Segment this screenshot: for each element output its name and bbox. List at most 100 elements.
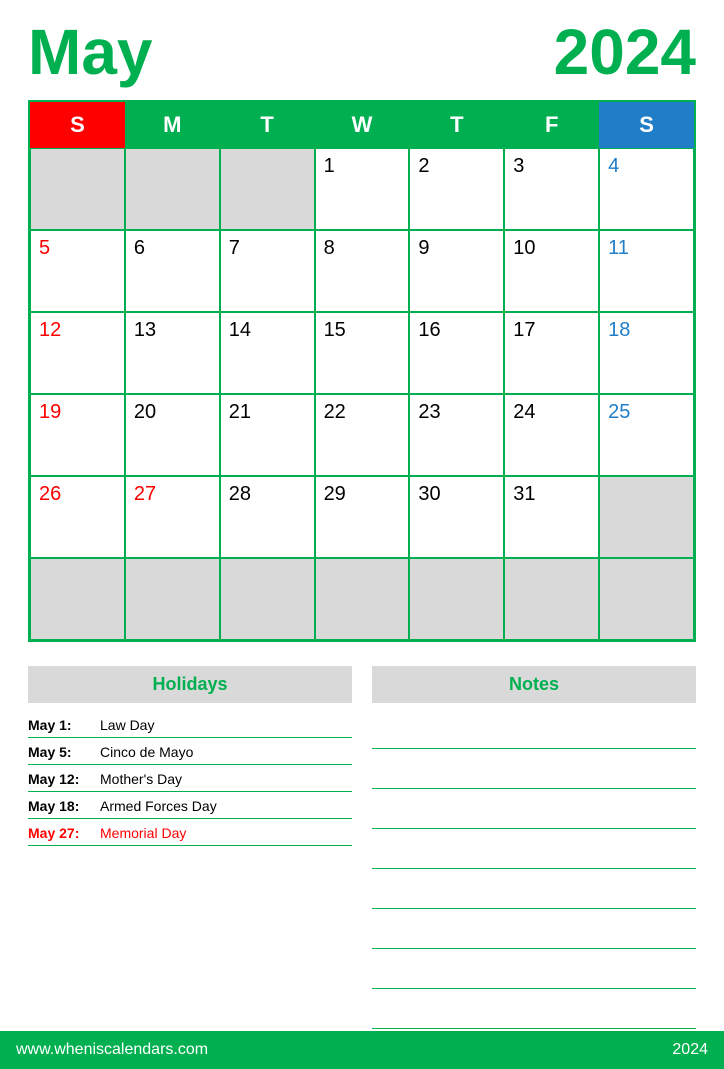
holiday-name: Cinco de Mayo xyxy=(100,744,193,760)
day-number: 24 xyxy=(513,401,535,423)
calendar-grid: SMTWTFS123456789101112131415161718192021… xyxy=(30,102,694,640)
day-number: 10 xyxy=(513,237,535,259)
cal-cell-r5-c2 xyxy=(220,558,315,640)
cal-cell-r2-c5: 17 xyxy=(504,312,599,394)
note-line xyxy=(372,991,696,1029)
notes-panel: Notes xyxy=(372,666,696,1031)
cal-cell-r2-c1: 13 xyxy=(125,312,220,394)
holiday-date: May 18: xyxy=(28,798,90,814)
day-number: 29 xyxy=(324,483,346,505)
cal-cell-r5-c1 xyxy=(125,558,220,640)
cal-cell-r1-c3: 8 xyxy=(315,230,410,312)
day-number: 26 xyxy=(39,483,61,505)
cal-cell-r0-c0 xyxy=(30,148,125,230)
month-title: May xyxy=(28,20,153,84)
note-line xyxy=(372,711,696,749)
cal-cell-r5-c4 xyxy=(409,558,504,640)
cal-cell-r4-c5: 31 xyxy=(504,476,599,558)
bottom-section: Holidays May 1: Law Day May 5: Cinco de May… xyxy=(28,666,696,1031)
cal-cell-r3-c6: 25 xyxy=(599,394,694,476)
cal-cell-r5-c6 xyxy=(599,558,694,640)
cal-cell-r5-c3 xyxy=(315,558,410,640)
holiday-name: Mother's Day xyxy=(100,771,182,787)
cal-cell-r4-c0: 26 xyxy=(30,476,125,558)
day-number: 7 xyxy=(229,237,240,259)
day-number: 18 xyxy=(608,319,630,341)
day-number: 22 xyxy=(324,401,346,423)
holiday-date: May 12: xyxy=(28,771,90,787)
cal-cell-r4-c1: 27 xyxy=(125,476,220,558)
day-number: 16 xyxy=(418,319,440,341)
note-line xyxy=(372,791,696,829)
note-line xyxy=(372,831,696,869)
day-number: 27 xyxy=(134,483,156,505)
cal-cell-r0-c3: 1 xyxy=(315,148,410,230)
day-number: 15 xyxy=(324,319,346,341)
holiday-item: May 1: Law Day xyxy=(28,711,352,738)
cal-cell-r1-c6: 11 xyxy=(599,230,694,312)
note-line xyxy=(372,751,696,789)
day-header-f5: F xyxy=(504,102,599,148)
day-number: 11 xyxy=(608,237,629,259)
day-header-m1: M xyxy=(125,102,220,148)
cal-cell-r2-c3: 15 xyxy=(315,312,410,394)
day-number: 14 xyxy=(229,319,251,341)
cal-cell-r4-c6 xyxy=(599,476,694,558)
cal-cell-r0-c1 xyxy=(125,148,220,230)
holiday-name: Memorial Day xyxy=(100,825,186,841)
note-line xyxy=(372,871,696,909)
day-number: 5 xyxy=(39,237,50,259)
cal-cell-r0-c4: 2 xyxy=(409,148,504,230)
day-number: 30 xyxy=(418,483,440,505)
cal-cell-r5-c5 xyxy=(504,558,599,640)
cal-cell-r4-c3: 29 xyxy=(315,476,410,558)
cal-cell-r4-c2: 28 xyxy=(220,476,315,558)
cal-cell-r0-c6: 4 xyxy=(599,148,694,230)
day-number: 3 xyxy=(513,155,524,177)
holidays-header: Holidays xyxy=(28,666,352,703)
day-header-s6: S xyxy=(599,102,694,148)
day-number: 28 xyxy=(229,483,251,505)
day-number: 19 xyxy=(39,401,61,423)
cal-cell-r4-c4: 30 xyxy=(409,476,504,558)
cal-cell-r1-c1: 6 xyxy=(125,230,220,312)
cal-cell-r2-c2: 14 xyxy=(220,312,315,394)
holidays-panel: Holidays May 1: Law Day May 5: Cinco de May… xyxy=(28,666,352,1031)
holiday-name: Armed Forces Day xyxy=(100,798,217,814)
year-title: 2024 xyxy=(554,20,696,84)
day-number: 12 xyxy=(39,319,61,341)
holiday-item: May 27: Memorial Day xyxy=(28,819,352,846)
notes-header: Notes xyxy=(372,666,696,703)
holiday-name: Law Day xyxy=(100,717,154,733)
footer: www.wheniscalendars.com 2024 xyxy=(0,1031,724,1069)
calendar-header: May 2024 xyxy=(28,20,696,84)
cal-cell-r1-c4: 9 xyxy=(409,230,504,312)
holiday-item: May 18: Armed Forces Day xyxy=(28,792,352,819)
holiday-item: May 5: Cinco de Mayo xyxy=(28,738,352,765)
cal-cell-r2-c6: 18 xyxy=(599,312,694,394)
holiday-date: May 1: xyxy=(28,717,90,733)
cal-cell-r3-c5: 24 xyxy=(504,394,599,476)
day-header-t2: T xyxy=(220,102,315,148)
day-number: 2 xyxy=(418,155,429,177)
holiday-item: May 12: Mother's Day xyxy=(28,765,352,792)
day-number: 25 xyxy=(608,401,630,423)
cal-cell-r3-c0: 19 xyxy=(30,394,125,476)
day-number: 1 xyxy=(324,155,335,177)
holidays-list: May 1:Law DayMay 5:Cinco de MayoMay 12:M… xyxy=(28,711,352,846)
cal-cell-r3-c3: 22 xyxy=(315,394,410,476)
note-line xyxy=(372,951,696,989)
day-number: 20 xyxy=(134,401,156,423)
cal-cell-r5-c0 xyxy=(30,558,125,640)
note-line xyxy=(372,911,696,949)
holiday-date: May 5: xyxy=(28,744,90,760)
cal-cell-r2-c4: 16 xyxy=(409,312,504,394)
cal-cell-r1-c0: 5 xyxy=(30,230,125,312)
day-number: 13 xyxy=(134,319,156,341)
day-number: 17 xyxy=(513,319,535,341)
cal-cell-r1-c5: 10 xyxy=(504,230,599,312)
day-header-w3: W xyxy=(315,102,410,148)
footer-url: www.wheniscalendars.com xyxy=(16,1041,208,1059)
holiday-date: May 27: xyxy=(28,825,90,841)
cal-cell-r0-c2 xyxy=(220,148,315,230)
